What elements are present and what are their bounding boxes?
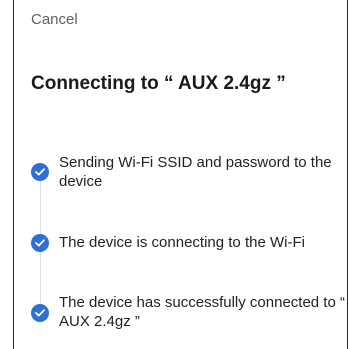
frame-left-border [13, 0, 14, 349]
cancel-button[interactable]: Cancel [31, 11, 78, 28]
progress-step-device-connecting: The device is connecting to the Wi-Fi [31, 233, 349, 252]
check-circle-icon [31, 304, 49, 322]
progress-step-connected: The device has successfully connected to… [31, 293, 349, 331]
step-label: The device has successfully connected to… [59, 294, 345, 330]
progress-step-sending-credentials: Sending Wi-Fi SSID and password to the d… [31, 153, 349, 191]
check-circle-icon [31, 234, 49, 252]
step-label: The device is connecting to the Wi-Fi [59, 234, 305, 251]
check-circle-icon [31, 163, 49, 181]
page-title: Connecting to “ AUX 2.4gz ” [31, 73, 286, 94]
step-label: Sending Wi-Fi SSID and password to the d… [59, 154, 332, 190]
